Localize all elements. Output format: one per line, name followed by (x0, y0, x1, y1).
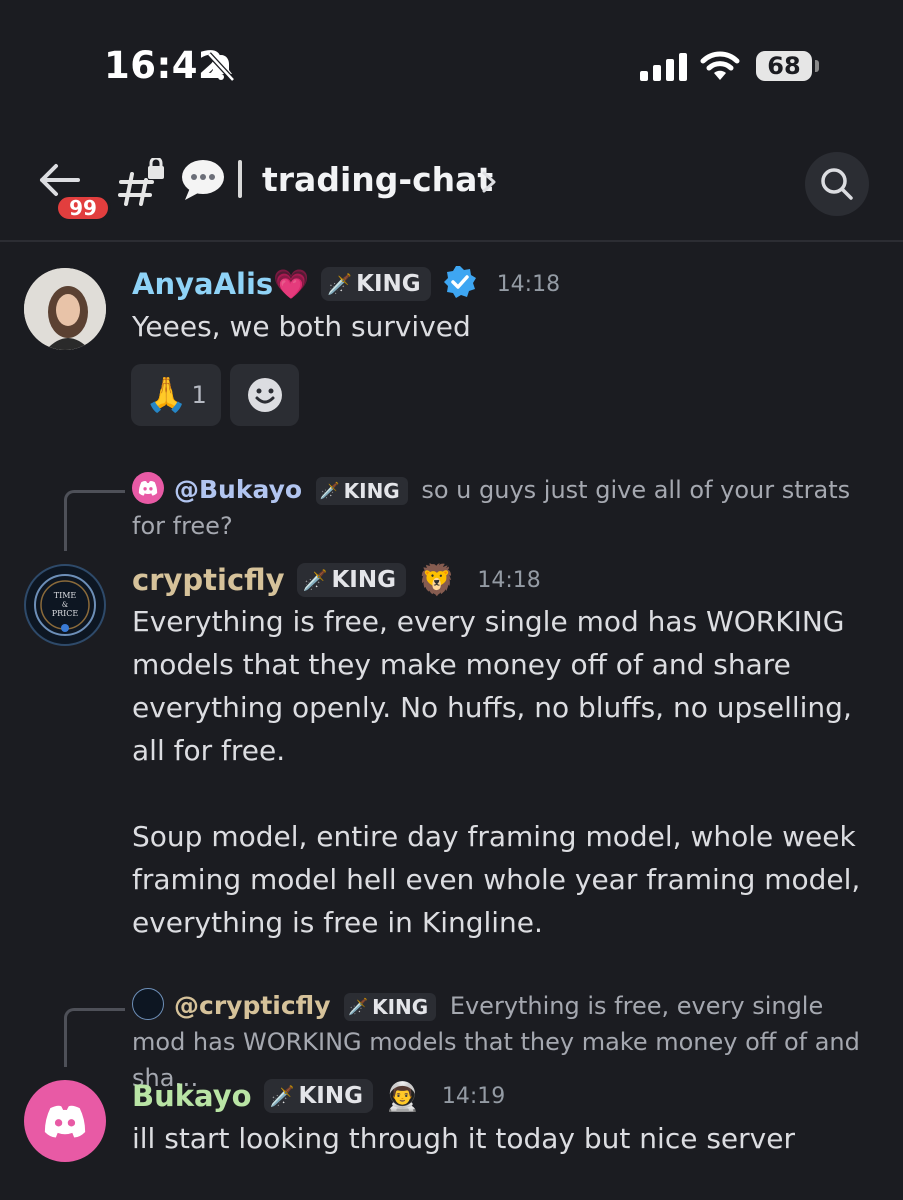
sword-icon: 🗡️ (348, 997, 369, 1016)
praying-hands-icon: 🙏 (145, 375, 188, 415)
reaction-pill[interactable]: 🙏 1 (131, 364, 221, 426)
author-name[interactable]: Bukayo (132, 1079, 252, 1113)
title-separator (238, 160, 242, 198)
smiley-icon (247, 378, 282, 412)
role-tag-label: KING (331, 567, 396, 593)
sword-icon: 🗡️ (327, 272, 353, 296)
wifi-icon (700, 50, 740, 86)
message-header: AnyaAlis💗 🗡️ KING 14:18 (132, 264, 560, 304)
battery-cap (815, 60, 819, 72)
bell-slash-icon (205, 51, 237, 87)
cellular-signal-icon (640, 53, 688, 85)
role-tag-label: KING (298, 1083, 363, 1109)
search-icon (821, 168, 853, 200)
reply-author: @crypticfly (174, 991, 331, 1020)
message-paragraph: Soup model, entire day framing model, wh… (132, 820, 861, 939)
add-reaction-button[interactable] (230, 364, 299, 426)
message-header: Bukayo 🗡️ KING 👨‍🚀 14:19 (132, 1076, 505, 1116)
sword-icon: 🗡️ (302, 568, 328, 592)
message-text: ill start looking through it today but n… (132, 1122, 795, 1155)
author-name[interactable]: AnyaAlis💗 (132, 267, 309, 302)
reaction-count: 1 (191, 381, 207, 409)
header-divider (0, 240, 903, 242)
unread-badge: 99 (55, 194, 111, 222)
avatar[interactable]: TIME & PRICE (24, 564, 106, 646)
channel-name[interactable]: trading-chat (262, 160, 493, 199)
message-header: crypticfly 🗡️ KING 🦁 14:18 (132, 560, 541, 600)
avatar[interactable] (24, 1080, 106, 1162)
astronaut-icon: 👨‍🚀 (384, 1079, 420, 1113)
reply-role-tag: 🗡️ KING (315, 477, 408, 505)
avatar-text-1: TIME (54, 591, 77, 600)
avatar-text-3: PRICE (52, 609, 79, 618)
message-text: Everything is free, every single mod has… (132, 600, 882, 944)
lion-icon: 🦁 (417, 562, 456, 598)
timestamp: 14:18 (477, 567, 541, 593)
timestamp: 14:18 (496, 271, 561, 297)
reply-role-tag: 🗡️ KING (344, 993, 437, 1021)
reply-spine (64, 1008, 125, 1067)
role-tag-label: KING (343, 479, 400, 503)
speech-bubble-icon (180, 158, 226, 206)
role-tag-label: KING (356, 271, 421, 297)
role-tag[interactable]: 🗡️ KING (321, 267, 431, 301)
role-tag-label: KING (372, 995, 429, 1019)
avatar[interactable] (24, 268, 106, 350)
hash-lock-icon (118, 156, 168, 210)
timestamp: 14:19 (441, 1083, 506, 1109)
sword-icon: 🗡️ (319, 481, 340, 500)
message-text: Yeees, we both survived (132, 310, 471, 343)
reply-author: @Bukayo (174, 475, 303, 504)
battery-level: 68 (767, 52, 801, 80)
reply-preview[interactable]: @Bukayo 🗡️ KING so u guys just give all … (132, 472, 877, 544)
author-name[interactable]: crypticfly (132, 563, 285, 597)
reply-spine (64, 490, 125, 551)
search-button[interactable] (805, 152, 869, 216)
chevron-right-icon[interactable] (480, 170, 498, 198)
sword-icon: 🗡️ (269, 1084, 295, 1108)
verified-icon (443, 265, 477, 303)
avatar-text-2: & (62, 601, 68, 609)
role-tag[interactable]: 🗡️ KING (263, 1079, 373, 1113)
discord-icon (44, 1105, 86, 1138)
role-tag[interactable]: 🗡️ KING (296, 563, 406, 597)
battery-icon: 68 (756, 51, 812, 81)
message-paragraph: Everything is free, every single mod has… (132, 605, 852, 767)
